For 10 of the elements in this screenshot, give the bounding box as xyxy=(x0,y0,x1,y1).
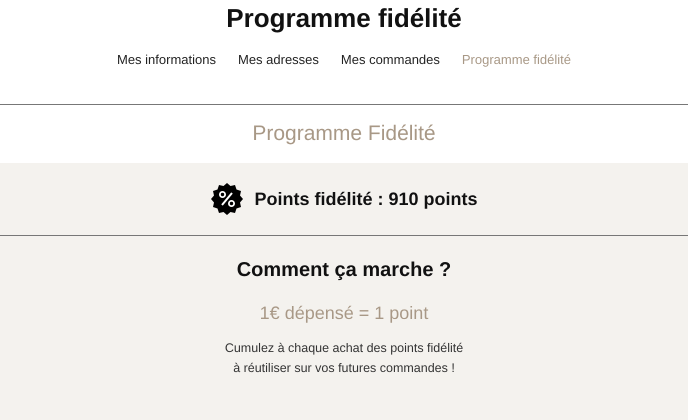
discount-badge-icon xyxy=(210,182,244,216)
how-it-works-title: Comment ça marche ? xyxy=(236,258,452,283)
page-title: Programme fidélité xyxy=(226,3,462,33)
nav-link[interactable]: Mes adresses xyxy=(238,49,319,71)
nav-link[interactable]: Mes commandes xyxy=(340,49,440,71)
section-title: Programme Fidélité xyxy=(252,121,436,147)
points-balance: Points fidélité : 910 points xyxy=(254,188,478,211)
description-text: Cumulez à chaque achat des points fidélité à réutiliser sur vos futures commandes ! xyxy=(224,340,464,377)
nav-link[interactable]: Mes informations xyxy=(117,49,216,71)
points-rate: 1€ dépensé = 1 point xyxy=(260,302,428,325)
